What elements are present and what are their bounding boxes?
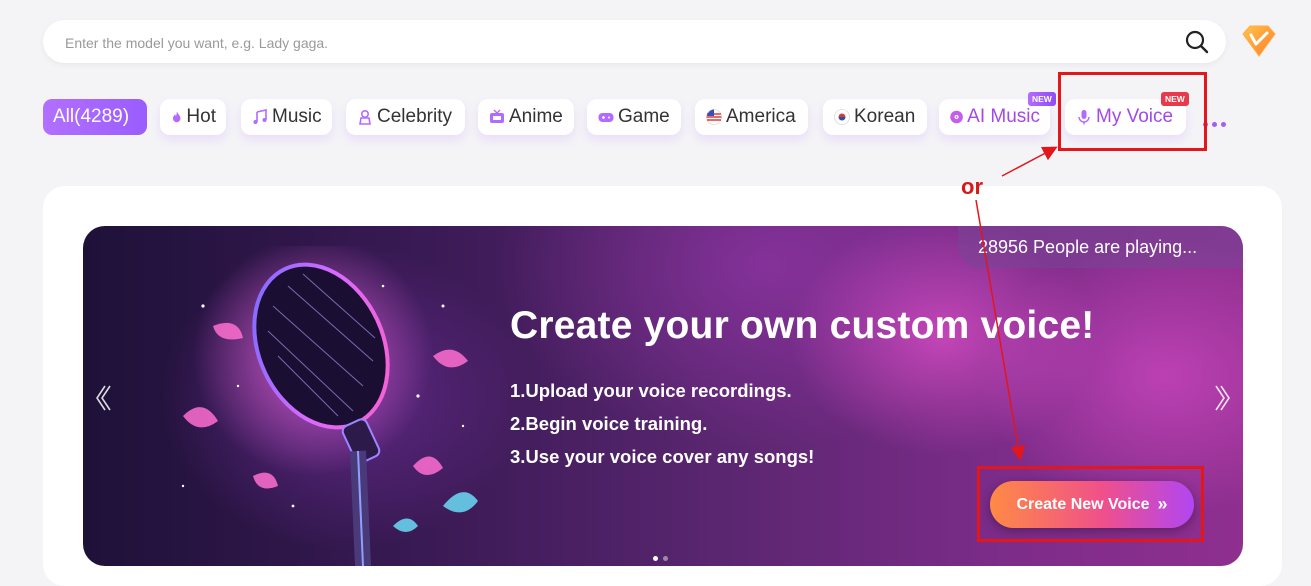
tab-music[interactable]: Music (241, 99, 332, 135)
microphone-illustration (181, 246, 478, 566)
search-icon[interactable] (1184, 29, 1210, 55)
carousel-indicators (653, 548, 673, 566)
korea-flag-icon (834, 109, 850, 125)
next-slide-icon[interactable] (1213, 382, 1233, 414)
tab-label: Celebrity (377, 106, 452, 127)
previous-slide-icon[interactable] (93, 382, 113, 414)
carousel-dot-active[interactable] (653, 556, 658, 561)
more-categories-icon[interactable] (1203, 114, 1233, 127)
players-count: 28956 People are playing... (958, 226, 1243, 268)
tab-label: AI Music (967, 106, 1040, 127)
tab-label: All(4289) (53, 106, 130, 127)
tab-label: Korean (854, 106, 916, 127)
tab-label: America (726, 106, 796, 127)
tab-all[interactable]: All(4289) (43, 99, 147, 135)
disc-icon (950, 110, 963, 124)
celebrity-icon (359, 109, 371, 125)
annotation-or-label: or (961, 174, 983, 199)
search-input[interactable] (63, 20, 1167, 65)
tab-hot[interactable]: Hot (160, 99, 226, 135)
carousel-dot[interactable] (663, 556, 668, 561)
tab-celebrity[interactable]: Celebrity (346, 99, 465, 135)
annotation-box-my-voice (1058, 72, 1207, 151)
gamepad-icon (598, 113, 614, 122)
banner-headline: Create your own custom voice! (510, 304, 1095, 347)
us-flag-icon (706, 109, 722, 125)
tab-america[interactable]: America (695, 99, 808, 135)
flame-icon (172, 111, 181, 123)
tab-label: Hot (186, 106, 216, 127)
tab-anime[interactable]: Anime (478, 99, 574, 135)
banner-step: 1.Upload your voice recordings. (510, 380, 792, 401)
annotation-box-create-voice (977, 466, 1204, 542)
tab-game[interactable]: Game (587, 99, 681, 135)
tv-icon (490, 109, 504, 123)
tab-korean[interactable]: Korean (823, 99, 927, 135)
tab-label: Game (618, 106, 670, 127)
banner-step: 2.Begin voice training. (510, 413, 708, 434)
new-badge: NEW (1028, 92, 1056, 106)
search-bar (43, 20, 1226, 65)
music-note-icon (253, 109, 267, 124)
premium-gem-icon[interactable] (1237, 20, 1281, 64)
tab-label: Music (272, 106, 322, 127)
banner-step: 3.Use your voice cover any songs! (510, 446, 815, 467)
tab-label: Anime (509, 106, 563, 127)
